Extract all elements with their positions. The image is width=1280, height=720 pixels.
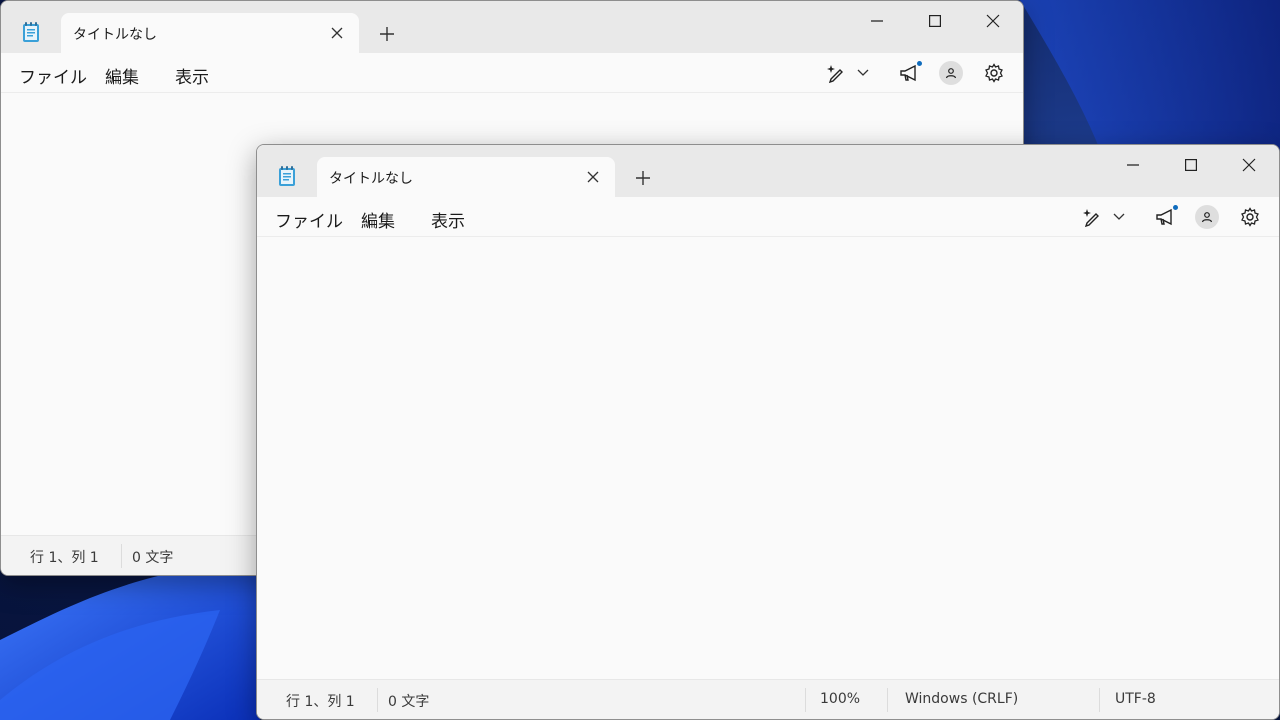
menu-view[interactable]: 表示 [175, 63, 209, 88]
status-divider [121, 544, 122, 568]
title-bar[interactable]: タイトルなし [1, 1, 1023, 53]
status-bar: 行 1、列 1 0 文字 100% Windows (CRLF) UTF-8 [257, 679, 1279, 719]
close-tab-icon[interactable] [329, 25, 345, 41]
megaphone-icon[interactable] [1153, 205, 1178, 229]
chevron-down-icon[interactable] [855, 61, 871, 85]
copilot-pen-icon[interactable] [1081, 205, 1105, 229]
status-divider [1099, 688, 1100, 712]
minimize-button[interactable] [848, 1, 906, 41]
character-count: 0 文字 [388, 694, 430, 710]
megaphone-icon[interactable] [897, 61, 922, 85]
menu-bar: ファイル 編集 表示 [257, 197, 1279, 237]
cursor-position: 行 1、列 1 [286, 694, 355, 710]
gear-icon[interactable] [1238, 205, 1262, 229]
encoding[interactable]: UTF-8 [1115, 691, 1156, 707]
account-button[interactable] [939, 61, 963, 85]
menu-file[interactable]: ファイル [275, 207, 343, 232]
status-divider [377, 688, 378, 712]
status-divider [805, 688, 806, 712]
status-divider [887, 688, 888, 712]
tab-untitled[interactable]: タイトルなし [317, 157, 615, 197]
minimize-button[interactable] [1104, 145, 1162, 185]
notification-dot [917, 61, 922, 66]
menu-view[interactable]: 表示 [431, 207, 465, 232]
copilot-pen-icon[interactable] [825, 61, 849, 85]
menu-edit[interactable]: 編集 [361, 207, 395, 232]
close-icon [986, 14, 1000, 28]
zoom-level[interactable]: 100% [820, 691, 860, 707]
person-icon [939, 61, 963, 85]
maximize-icon [929, 15, 941, 27]
line-ending[interactable]: Windows (CRLF) [905, 691, 1018, 707]
menu-file[interactable]: ファイル [19, 63, 87, 88]
menu-bar: ファイル 編集 表示 [1, 53, 1023, 93]
close-window-button[interactable] [1220, 145, 1278, 185]
maximize-icon [1185, 159, 1197, 171]
tab-title: タイトルなし [329, 171, 413, 187]
title-bar[interactable]: タイトルなし [257, 145, 1279, 197]
gear-icon[interactable] [982, 61, 1006, 85]
chevron-down-icon[interactable] [1111, 205, 1127, 229]
plus-icon[interactable] [377, 24, 397, 44]
close-window-button[interactable] [964, 1, 1022, 41]
close-icon [1242, 158, 1256, 172]
close-tab-icon[interactable] [585, 169, 601, 185]
plus-icon[interactable] [633, 168, 653, 188]
tab-untitled[interactable]: タイトルなし [61, 13, 359, 53]
menu-edit[interactable]: 編集 [105, 63, 139, 88]
minimize-icon [871, 20, 883, 22]
notepad-icon [277, 165, 297, 187]
cursor-position: 行 1、列 1 [30, 550, 99, 566]
text-editor[interactable] [257, 238, 1279, 679]
tab-title: タイトルなし [73, 27, 157, 43]
maximize-button[interactable] [906, 1, 964, 41]
character-count: 0 文字 [132, 550, 174, 566]
account-button[interactable] [1195, 205, 1219, 229]
person-icon [1195, 205, 1219, 229]
notepad-window-front[interactable]: タイトルなし ファイル 編集 表示 行 1、列 1 0 文字 100% Wind… [256, 144, 1280, 720]
minimize-icon [1127, 164, 1139, 166]
notepad-icon [21, 21, 41, 43]
notification-dot [1173, 205, 1178, 210]
maximize-button[interactable] [1162, 145, 1220, 185]
